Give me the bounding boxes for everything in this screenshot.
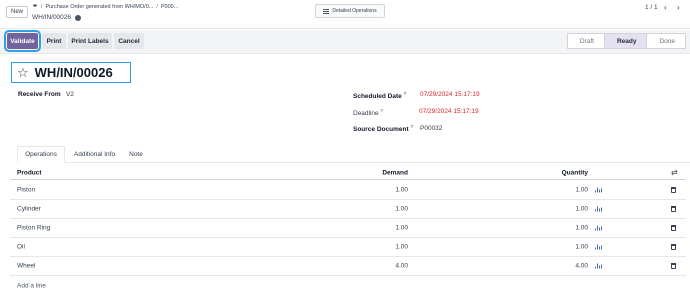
pager-value[interactable]: 1 / 1 <box>645 4 658 11</box>
product-cell[interactable]: Oil <box>17 244 25 251</box>
forecast-chart-icon[interactable] <box>595 225 602 231</box>
table-row[interactable]: Cylinder 1.00 1.00 <box>10 200 686 219</box>
table-row[interactable]: Oil 1.00 1.00 <box>10 238 686 257</box>
action-bar: Validate Print Print Labels Cancel Draft… <box>0 30 690 54</box>
record-name: WH/IN/00026 <box>32 14 72 21</box>
cancel-button[interactable]: Cancel <box>114 33 144 49</box>
demand-cell[interactable]: 1.00 <box>395 244 408 251</box>
product-cell[interactable]: Wheel <box>17 263 35 270</box>
receive-from-label: Receive From <box>18 91 61 98</box>
status-ready[interactable]: Ready <box>603 33 648 49</box>
notebook-tabs: Operations Additional Info Note <box>17 146 690 163</box>
forecast-chart-icon[interactable] <box>595 187 602 193</box>
receive-from-field[interactable]: V2 <box>66 91 74 98</box>
tab-operations[interactable]: Operations <box>17 146 65 163</box>
deadline-label: Deadline ? <box>353 108 383 118</box>
record-title: ☆ WH/IN/00026 <box>11 62 131 83</box>
star-icon[interactable]: ☆ <box>17 66 29 79</box>
add-line-link[interactable]: Add a line <box>17 282 46 289</box>
demand-cell[interactable]: 1.00 <box>395 225 408 232</box>
trash-icon[interactable] <box>671 187 676 193</box>
help-icon[interactable]: ? <box>410 124 413 129</box>
quantity-cell[interactable]: 1.00 <box>575 187 588 194</box>
demand-cell[interactable]: 1.00 <box>395 206 408 213</box>
new-button[interactable]: New <box>6 6 28 18</box>
status-done[interactable]: Done <box>646 33 686 49</box>
forecast-chart-icon[interactable] <box>595 206 602 212</box>
deadline-field[interactable]: 07/29/2024 15:17:19 <box>419 108 479 115</box>
status-bar: Draft Ready Done <box>566 33 686 49</box>
trash-icon[interactable] <box>671 244 676 250</box>
table-row[interactable]: Piston 1.00 1.00 <box>10 181 686 200</box>
chevron-left-icon[interactable]: ‹ <box>664 4 667 12</box>
forecast-chart-icon[interactable] <box>595 263 602 269</box>
chevron-right-icon[interactable]: › <box>677 4 680 12</box>
trash-icon[interactable] <box>671 263 676 269</box>
column-demand[interactable]: Demand <box>382 169 408 176</box>
product-cell[interactable]: Piston Ring <box>17 225 50 232</box>
scheduled-date-label: Scheduled Date ? <box>353 91 407 101</box>
forecast-chart-icon[interactable] <box>595 244 602 250</box>
table-row[interactable]: Piston Ring 1.00 1.00 <box>10 219 686 238</box>
breadcrumb-collapsed-icon[interactable]: •• <box>33 3 37 10</box>
column-quantity[interactable]: Quantity <box>562 169 588 176</box>
optional-columns-icon[interactable]: ⇄ <box>671 168 678 177</box>
list-icon <box>323 8 330 14</box>
source-document-field[interactable]: P00032 <box>420 125 442 132</box>
demand-cell[interactable]: 4.00 <box>395 263 408 270</box>
status-draft[interactable]: Draft <box>566 33 605 49</box>
detailed-operations-label: Detailed Operations <box>332 8 377 14</box>
detailed-operations-button[interactable]: Detailed Operations <box>315 4 385 18</box>
quantity-cell[interactable]: 1.00 <box>575 206 588 213</box>
demand-cell[interactable]: 1.00 <box>395 187 408 194</box>
breadcrumb-po[interactable]: P000... <box>161 4 178 10</box>
product-cell[interactable]: Piston <box>17 187 35 194</box>
print-button[interactable]: Print <box>42 33 66 49</box>
breadcrumb-purchase-order[interactable]: Purchase Order generated from WH/MO/0... <box>45 4 153 10</box>
quantity-cell[interactable]: 1.00 <box>575 225 588 232</box>
column-product[interactable]: Product <box>17 169 42 176</box>
trash-icon[interactable] <box>671 206 676 212</box>
tab-note[interactable]: Note <box>123 146 149 163</box>
quantity-cell[interactable]: 1.00 <box>575 244 588 251</box>
help-icon[interactable]: ? <box>380 108 383 113</box>
source-document-label: Source Document ? <box>353 124 413 134</box>
tab-additional-info[interactable]: Additional Info <box>67 146 122 163</box>
breadcrumb-current: WH/IN/00026 <box>32 14 82 21</box>
trash-icon[interactable] <box>671 225 676 231</box>
print-labels-button[interactable]: Print Labels <box>68 33 112 49</box>
page-title: WH/IN/00026 <box>34 65 113 80</box>
table-header: Product Demand Quantity ⇄ <box>10 166 686 180</box>
product-cell[interactable]: Cylinder <box>17 206 41 213</box>
validate-button[interactable]: Validate <box>4 30 41 52</box>
breadcrumb: •• / Purchase Order generated from WH/MO… <box>33 3 179 10</box>
help-icon[interactable]: ? <box>404 91 407 96</box>
scheduled-date-field[interactable]: 07/29/2024 15:17:19 <box>420 91 480 98</box>
gear-icon[interactable] <box>75 14 82 21</box>
add-line-row: Add a line <box>10 276 686 295</box>
table-row[interactable]: Wheel 4.00 4.00 <box>10 257 686 276</box>
quantity-cell[interactable]: 4.00 <box>575 263 588 270</box>
control-panel: New •• / Purchase Order generated from W… <box>0 0 690 29</box>
